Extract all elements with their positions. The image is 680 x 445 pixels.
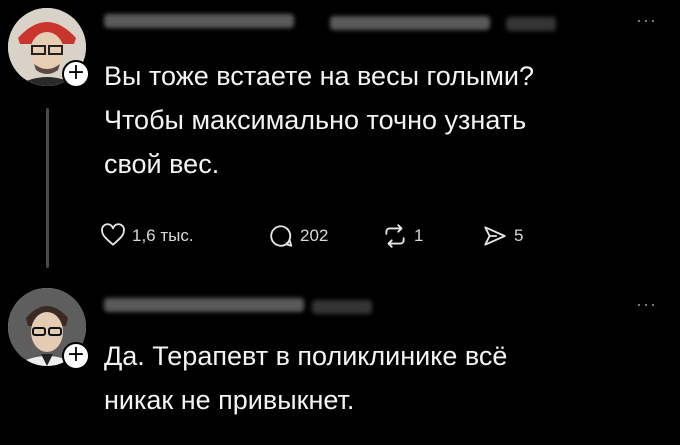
repost-button[interactable]: 1 <box>382 218 423 254</box>
repost-count: 1 <box>414 226 424 245</box>
handle-blurred <box>312 300 372 314</box>
heart-icon <box>101 223 125 246</box>
handle-blurred <box>330 16 490 30</box>
post-1: + ··· Вы тоже встаете на весы голыми? Чт… <box>0 0 680 280</box>
follow-plus-icon[interactable]: + <box>62 342 90 370</box>
share-button[interactable]: 5 <box>482 218 523 254</box>
like-button[interactable]: 1,6 тыс. <box>100 218 194 254</box>
post-actions: 1,6 тыс. 202 1 5 <box>100 218 560 254</box>
like-count: 1,6 тыс. <box>132 226 194 245</box>
timestamp-blurred <box>506 17 556 31</box>
post-text: Вы тоже встаете на весы голыми? Чтобы ма… <box>104 61 534 179</box>
post-text: Да. Терапевт в поликлинике всё никак не … <box>104 341 508 415</box>
more-icon[interactable]: ··· <box>636 294 657 315</box>
username-blurred[interactable] <box>104 298 304 312</box>
username-blurred[interactable] <box>104 14 294 28</box>
follow-plus-icon[interactable]: + <box>62 60 90 88</box>
reply-count: 202 <box>300 226 329 245</box>
more-icon[interactable]: ··· <box>636 10 657 31</box>
repost-icon <box>385 224 405 248</box>
share-count: 5 <box>514 226 524 245</box>
comment-icon <box>270 225 293 247</box>
thread-line <box>46 108 49 268</box>
share-icon <box>484 226 506 246</box>
reply-button[interactable]: 202 <box>268 218 328 254</box>
post-2: + ··· Да. Терапевт в поликлинике всё ник… <box>0 280 680 445</box>
